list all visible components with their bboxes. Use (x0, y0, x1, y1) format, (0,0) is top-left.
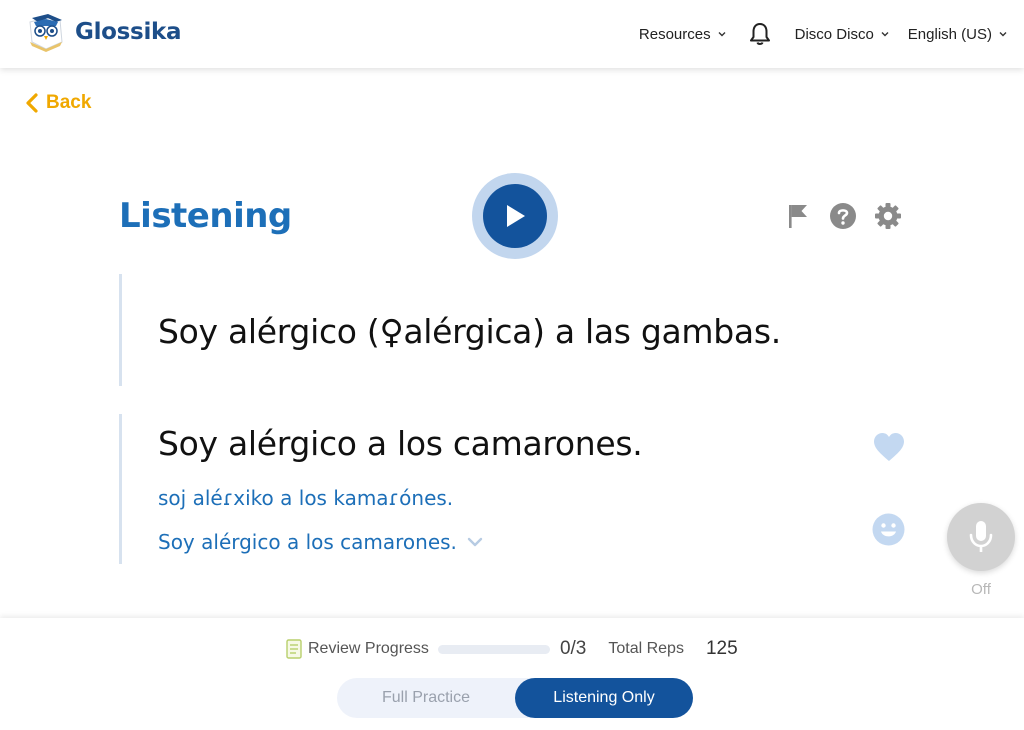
review-count: 0/3 (559, 638, 587, 659)
chevron-down-icon (999, 32, 1007, 37)
resources-label: Resources (638, 25, 711, 43)
target-sentence-block: Soy alérgico a los camarones. soj aléɾxi… (119, 414, 879, 564)
language-label: English (US) (907, 25, 992, 43)
review-progress-label: Review Progress (308, 640, 429, 657)
help-icon[interactable] (829, 202, 857, 230)
full-practice-tab[interactable]: Full Practice (337, 678, 515, 718)
mode-toggle: Full Practice Listening Only (337, 678, 693, 718)
chevron-left-icon (26, 93, 38, 113)
heart-icon[interactable] (872, 431, 906, 463)
top-header: Glossika Resources Disco Disco English (… (0, 0, 1024, 68)
review-progress: Review Progress 0/3 Total Reps 125 (286, 638, 738, 660)
microphone-state-label: Off (971, 581, 991, 598)
user-name: Disco Disco (794, 25, 874, 43)
user-menu[interactable]: Disco Disco (795, 26, 890, 43)
top-nav: Resources Disco Disco English (US) (639, 0, 1008, 68)
play-icon (507, 205, 525, 227)
review-progress-bar (437, 644, 550, 654)
gear-icon[interactable] (874, 202, 902, 230)
chevron-down-icon (718, 32, 726, 37)
listening-only-tab[interactable]: Listening Only (515, 678, 693, 718)
play-button-core (483, 184, 547, 248)
play-button[interactable] (472, 173, 558, 259)
checklist-icon (286, 639, 302, 659)
resources-menu[interactable]: Resources (639, 26, 727, 43)
back-link[interactable]: Back (24, 92, 91, 114)
target-sentence: Soy alérgico a los camarones. (158, 424, 643, 463)
total-reps-label: Total Reps (608, 640, 684, 657)
flag-icon[interactable] (785, 202, 813, 230)
prompt-sentence: Soy alérgico (♀alérgica) a las gambas. (158, 312, 781, 351)
brand-name: Glossika (75, 19, 182, 45)
prompt-sentence-block: Soy alérgico (♀alérgica) a las gambas. (119, 274, 879, 386)
translation-text: Soy alérgico a los camarones. (158, 530, 457, 554)
page-title: Listening (119, 196, 292, 236)
back-label: Back (46, 92, 92, 113)
microphone-button[interactable] (947, 503, 1015, 571)
owl-logo-icon (29, 14, 63, 52)
language-menu[interactable]: English (US) (908, 26, 1008, 43)
footer-bar: Review Progress 0/3 Total Reps 125 Full … (0, 618, 1024, 730)
chevron-down-icon (881, 32, 889, 37)
chevron-down-icon (467, 537, 483, 547)
glossika-logo[interactable]: Glossika (26, 12, 182, 52)
ipa-transcription: soj aléɾxiko a los kamaɾónes. (158, 486, 454, 510)
smiley-icon[interactable] (872, 513, 905, 546)
translation-row[interactable]: Soy alérgico a los camarones. (158, 530, 483, 554)
microphone-icon (969, 521, 993, 552)
total-reps-value: 125 (705, 638, 738, 659)
bell-icon[interactable] (747, 21, 773, 47)
